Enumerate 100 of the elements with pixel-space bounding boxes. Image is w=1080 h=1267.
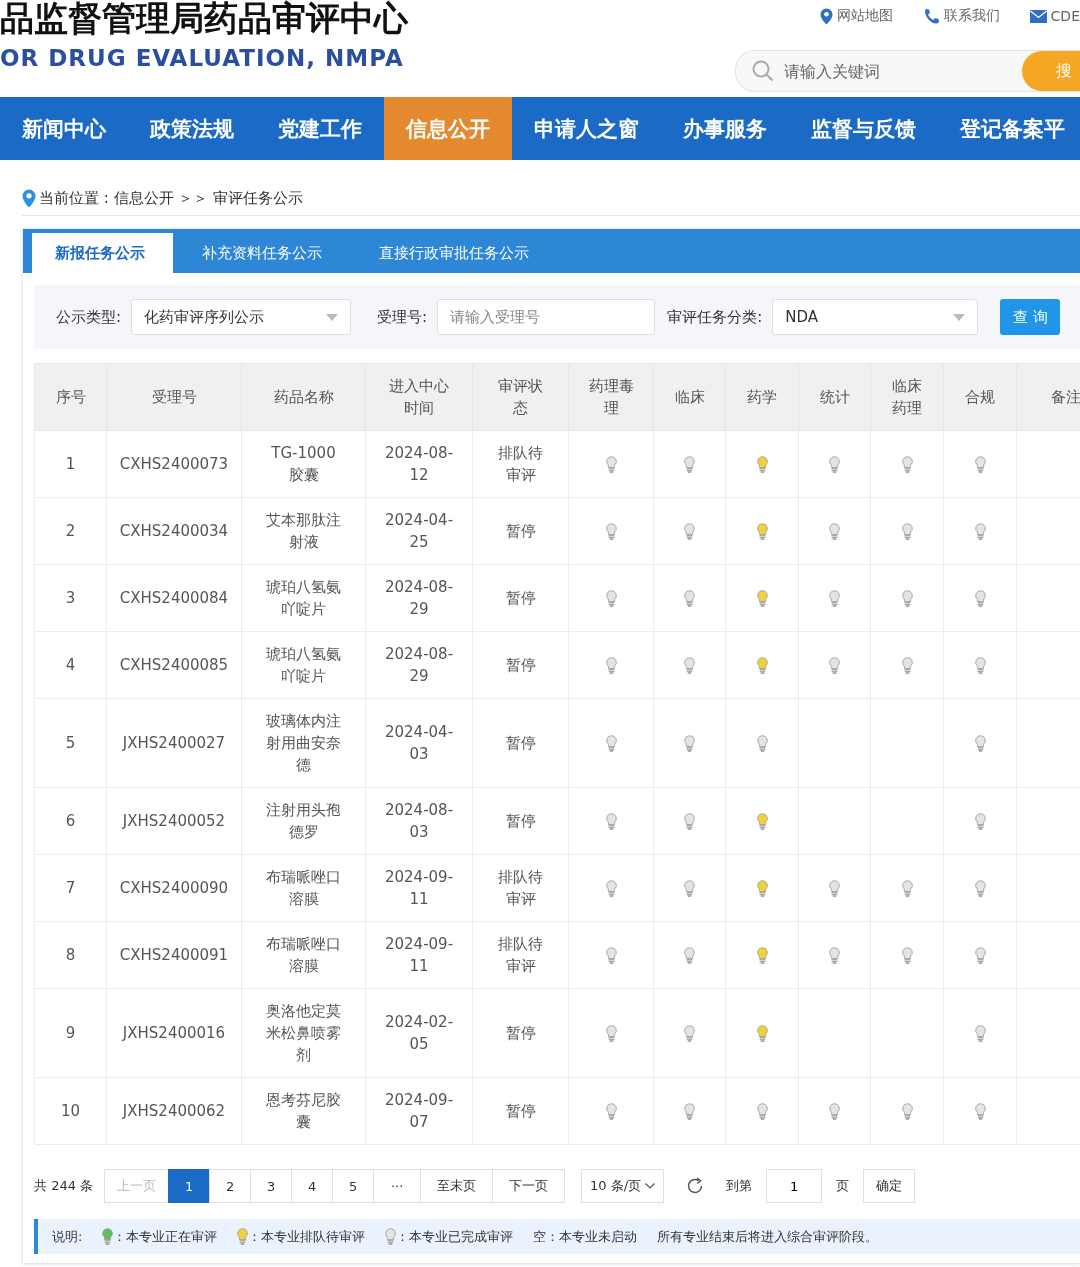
filter-label: 公示类型: [56, 307, 122, 327]
table-cell: 排队待审评 [472, 430, 569, 498]
table-cell: 2024-08-29 [365, 564, 473, 632]
page-size-dropdown[interactable]: 10 条/页 [581, 1169, 665, 1203]
nav-item[interactable]: 新闻中心 [0, 97, 128, 160]
table-cell: 2024-09-11 [365, 921, 473, 989]
table-cell: CXHS2400085 [106, 631, 242, 699]
type-dropdown[interactable]: 化药审评序列公示 [131, 299, 352, 335]
location-pin-icon [22, 189, 36, 208]
header-link[interactable]: CDE [1029, 4, 1080, 28]
caret-icon [953, 313, 966, 321]
table-cell: 排队待审评 [472, 921, 569, 989]
table-cell: 7 [34, 854, 107, 922]
table-cell: 2024-09-07 [365, 1077, 473, 1145]
table-cell: CXHS2400084 [106, 564, 242, 632]
nav-item[interactable]: 办事服务 [661, 97, 789, 160]
table-cell: 2024-08-29 [365, 631, 473, 699]
header-link[interactable]: 联系我们 [922, 4, 1000, 28]
caret-icon [326, 313, 339, 321]
legend-note: 所有专业结束后将进入综合审评阶段。 [657, 1227, 879, 1246]
table-cell: 2024-04-25 [365, 497, 473, 565]
page-button[interactable]: 3 [250, 1169, 293, 1203]
page-button[interactable]: 1 [168, 1169, 211, 1203]
page-button[interactable]: 2 [209, 1169, 252, 1203]
legend-text: ：本专业排队待审评 [248, 1227, 366, 1246]
table-cell: 4 [34, 631, 107, 699]
nav-item[interactable]: 申请人之窗 [512, 97, 661, 160]
nav-item[interactable]: 监督与反馈 [789, 97, 938, 160]
table-cell: 玻璃体内注射用曲安奈德 [241, 698, 366, 788]
legend-text: ：本专业已完成审评 [396, 1227, 514, 1246]
total-count: 共 244 条 [34, 1177, 94, 1195]
table-cell: JXHS2400016 [106, 988, 242, 1078]
table-cell: 2024-08-03 [365, 787, 473, 855]
nav-item[interactable]: 登记备案平 [938, 97, 1080, 160]
table-cell: 排队待审评 [472, 854, 569, 922]
table-cell: 恩考芬尼胶囊 [241, 1077, 366, 1145]
chevron-down-icon [645, 1183, 656, 1189]
site-title: 品监督管理局药品审评中心 [0, 0, 408, 39]
table-cell: 艾本那肽注射液 [241, 497, 366, 565]
column-header: 药品名称 [241, 363, 366, 431]
refresh-icon[interactable] [686, 1177, 705, 1195]
table-cell: 布瑞哌唑口溶膜 [241, 921, 366, 989]
table-cell: 8 [34, 921, 107, 989]
column-header: 序号 [34, 363, 107, 431]
search-icon [752, 60, 774, 82]
table-cell: JXHS2400027 [106, 698, 242, 788]
table-cell: 2024-09-11 [365, 854, 473, 922]
page-button[interactable]: 5 [332, 1169, 375, 1203]
next-page-button[interactable]: 下一页 [492, 1169, 566, 1203]
table-cell: 1 [34, 430, 107, 498]
table-cell: CXHS2400090 [106, 854, 242, 922]
table-cell: TG-1000胶囊 [241, 430, 366, 498]
last-page-button[interactable]: 至末页 [420, 1169, 494, 1203]
column-header: 审评状态 [472, 363, 569, 431]
table-cell: 暂停 [472, 497, 569, 565]
legend-text: ：本专业正在审评 [113, 1227, 218, 1246]
page-number-input[interactable]: 1 [766, 1169, 823, 1203]
mail-icon [1029, 9, 1047, 23]
filter-label: 审评任务分类: [667, 307, 763, 327]
tab[interactable]: 直接行政审批任务公示 [356, 233, 557, 273]
table-cell: 布瑞哌唑口溶膜 [241, 854, 366, 922]
page-unit-label: 页 [836, 1177, 850, 1195]
table-cell: JXHS2400052 [106, 787, 242, 855]
nav-item[interactable]: 政策法规 [128, 97, 256, 160]
tab[interactable]: 新报任务公示 [32, 233, 173, 273]
column-header: 受理号 [106, 363, 242, 431]
legend-text: 空：本专业未启动 [533, 1227, 638, 1246]
table-cell: 暂停 [472, 1077, 569, 1145]
number-input[interactable]: 请输入受理号 [437, 299, 656, 335]
table-cell: 2 [34, 497, 107, 565]
location-pin-icon [819, 7, 833, 25]
table-cell: 注射用头孢德罗 [241, 787, 366, 855]
nav-item[interactable]: 党建工作 [256, 97, 384, 160]
table-cell: CXHS2400034 [106, 497, 242, 565]
table-cell: 6 [34, 787, 107, 855]
column-header: 合规 [943, 363, 1017, 431]
table-cell: 琥珀八氢氨吖啶片 [241, 631, 366, 699]
phone-icon [922, 7, 940, 25]
table-cell: 暂停 [472, 988, 569, 1078]
page-button[interactable]: 4 [291, 1169, 334, 1203]
column-header: 备注 [1016, 363, 1080, 431]
confirm-button[interactable]: 确定 [863, 1169, 916, 1203]
site-subtitle: OR DRUG EVALUATION, NMPA [0, 45, 405, 71]
category-dropdown[interactable]: NDA [772, 299, 979, 335]
column-header: 统计 [798, 363, 871, 431]
table-cell: 3 [34, 564, 107, 632]
table-cell: 暂停 [472, 564, 569, 632]
table-cell: 9 [34, 988, 107, 1078]
tab[interactable]: 补充资料任务公示 [179, 233, 350, 273]
column-header: 药学 [725, 363, 799, 431]
table-cell: 10 [34, 1077, 107, 1145]
query-button[interactable]: 查 询 [1000, 299, 1061, 335]
header-link[interactable]: 网站地图 [819, 4, 893, 28]
table-cell: 5 [34, 698, 107, 788]
breadcrumb: 当前位置 : 信息公开 ＞＞ 审评任务公示 [39, 189, 304, 208]
table-cell: 奥洛他定莫米松鼻喷雾剂 [241, 988, 366, 1078]
more-pages-button[interactable]: ··· [373, 1169, 422, 1203]
column-header: 临床药理 [870, 363, 944, 431]
column-header: 进入中心时间 [365, 363, 473, 431]
legend-title: 说明: [52, 1227, 83, 1246]
